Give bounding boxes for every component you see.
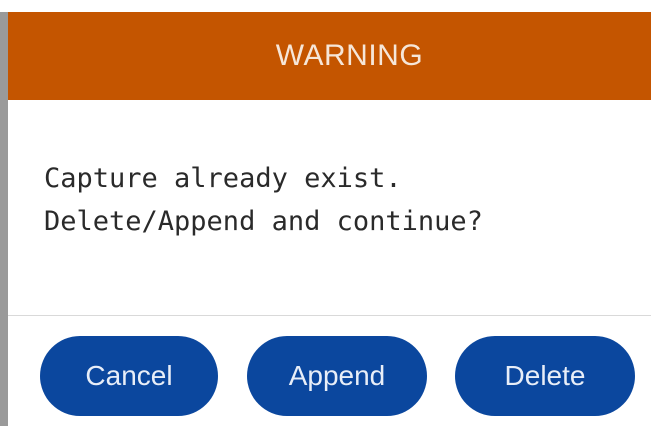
append-button[interactable]: Append [247,336,427,416]
divider [8,315,651,316]
screen: WARNING Capture already exist. Delete/Ap… [0,0,651,426]
message-line-2: Delete/Append and continue? [44,206,483,237]
dialog-header: WARNING [8,12,651,100]
cancel-button[interactable]: Cancel [40,336,218,416]
dialog-message: Capture already exist. Delete/Append and… [44,157,631,243]
dialog-title: WARNING [275,39,424,72]
message-line-1: Capture already exist. [44,163,402,194]
dialog-button-row: Cancel Append Delete [8,336,651,416]
warning-dialog: WARNING Capture already exist. Delete/Ap… [0,12,651,426]
delete-button[interactable]: Delete [455,336,635,416]
